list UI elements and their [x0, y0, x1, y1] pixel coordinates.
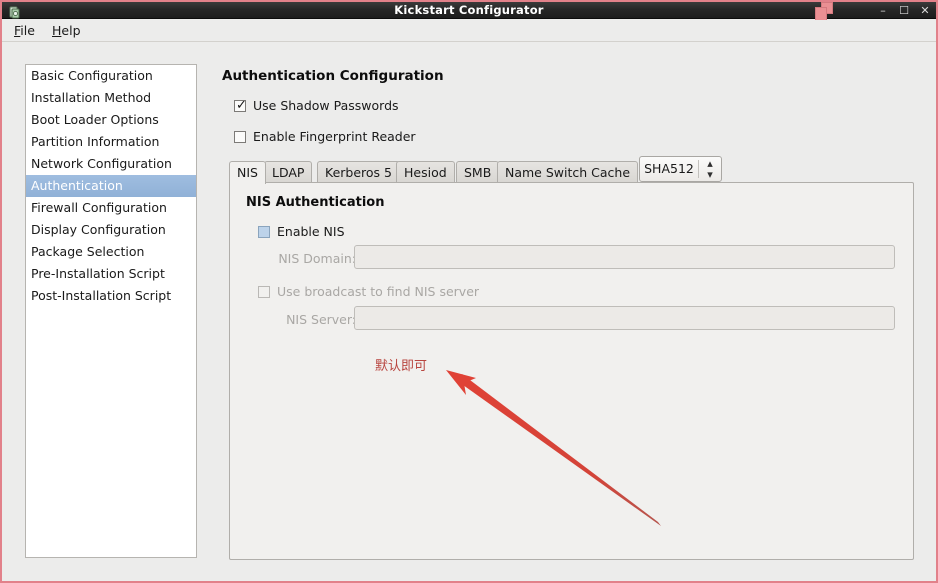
menu-file-rest: ile	[20, 23, 35, 38]
hash-algorithm-value: SHA512	[644, 161, 694, 176]
sidebar-item-firewall-configuration[interactable]: Firewall Configuration	[26, 197, 196, 219]
tab-hesiod[interactable]: Hesiod	[396, 161, 455, 183]
page-title: Authentication Configuration	[222, 68, 444, 84]
menu-help-rest: elp	[61, 23, 81, 38]
use-shadow-passwords-checkbox[interactable]: ✓	[234, 98, 247, 113]
tab-name-switch-cache[interactable]: Name Switch Cache	[497, 161, 639, 183]
title-bar: Kickstart Configurator – ☐ ✕	[2, 2, 936, 23]
sidebar-item-partition-information[interactable]: Partition Information	[26, 131, 196, 153]
tab-nis[interactable]: NIS	[229, 161, 266, 184]
sidebar-item-network-configuration[interactable]: Network Configuration	[26, 153, 196, 175]
enable-fingerprint-reader-label: Enable Fingerprint Reader	[253, 129, 416, 144]
use-broadcast-label: Use broadcast to find NIS server	[277, 284, 480, 299]
sidebar-item-boot-loader-options[interactable]: Boot Loader Options	[26, 109, 196, 131]
use-shadow-passwords-row[interactable]: ✓ Use Shadow Passwords	[234, 95, 399, 114]
menu-help-mnemonic: H	[52, 23, 62, 38]
chevron-down-icon[interactable]: ▾	[699, 169, 721, 180]
sidebar-item-installation-method[interactable]: Installation Method	[26, 87, 196, 109]
use-shadow-passwords-label: Use Shadow Passwords	[253, 98, 399, 113]
sidebar-item-basic-configuration[interactable]: Basic Configuration	[26, 65, 196, 87]
hash-algorithm-combo[interactable]: SHA512 ▴ ▾	[639, 156, 722, 182]
nis-tab-panel: NIS Authentication Enable NIS NIS Domain…	[229, 182, 914, 560]
use-broadcast-row[interactable]: Use broadcast to find NIS server	[258, 281, 479, 300]
sidebar-item-authentication[interactable]: Authentication	[26, 175, 196, 197]
menu-bar: File Help	[2, 20, 936, 42]
enable-nis-label: Enable NIS	[277, 224, 345, 239]
tab-kerberos-5[interactable]: Kerberos 5	[317, 161, 400, 183]
spinner-arrows[interactable]: ▴ ▾	[699, 157, 721, 181]
nis-domain-label: NIS Domain:	[278, 251, 356, 266]
enable-nis-checkbox[interactable]	[258, 226, 270, 238]
nis-domain-input[interactable]	[354, 245, 895, 269]
sidebar-item-package-selection[interactable]: Package Selection	[26, 241, 196, 263]
checkmark-icon: ✓	[236, 98, 247, 113]
minimize-button[interactable]: –	[874, 2, 892, 19]
section-list[interactable]: Basic Configuration Installation Method …	[25, 64, 197, 558]
menu-item-file[interactable]: File	[8, 22, 41, 40]
annotation-text: 默认即可	[375, 359, 428, 374]
nis-server-label: NIS Server:	[286, 312, 356, 327]
application-window: Kickstart Configurator – ☐ ✕ File Help B…	[0, 0, 938, 583]
enable-nis-row[interactable]: Enable NIS	[258, 221, 345, 240]
nis-authentication-heading: NIS Authentication	[246, 195, 385, 210]
menu-item-help[interactable]: Help	[46, 22, 87, 40]
maximize-button[interactable]: ☐	[895, 2, 913, 19]
tab-ldap[interactable]: LDAP	[264, 161, 313, 183]
enable-fingerprint-reader-row[interactable]: Enable Fingerprint Reader	[234, 126, 416, 145]
tab-smb[interactable]: SMB	[456, 161, 500, 183]
nis-server-input[interactable]	[354, 306, 895, 330]
use-broadcast-checkbox[interactable]	[258, 286, 270, 298]
window-title: Kickstart Configurator	[394, 3, 544, 17]
sidebar-item-display-configuration[interactable]: Display Configuration	[26, 219, 196, 241]
close-button[interactable]: ✕	[916, 2, 934, 19]
main-content: Authentication Configuration ✓ Use Shadow…	[220, 64, 920, 560]
sidebar-item-pre-installation-script[interactable]: Pre-Installation Script	[26, 263, 196, 285]
enable-fingerprint-reader-checkbox[interactable]	[234, 131, 246, 143]
sidebar-item-post-installation-script[interactable]: Post-Installation Script	[26, 285, 196, 307]
